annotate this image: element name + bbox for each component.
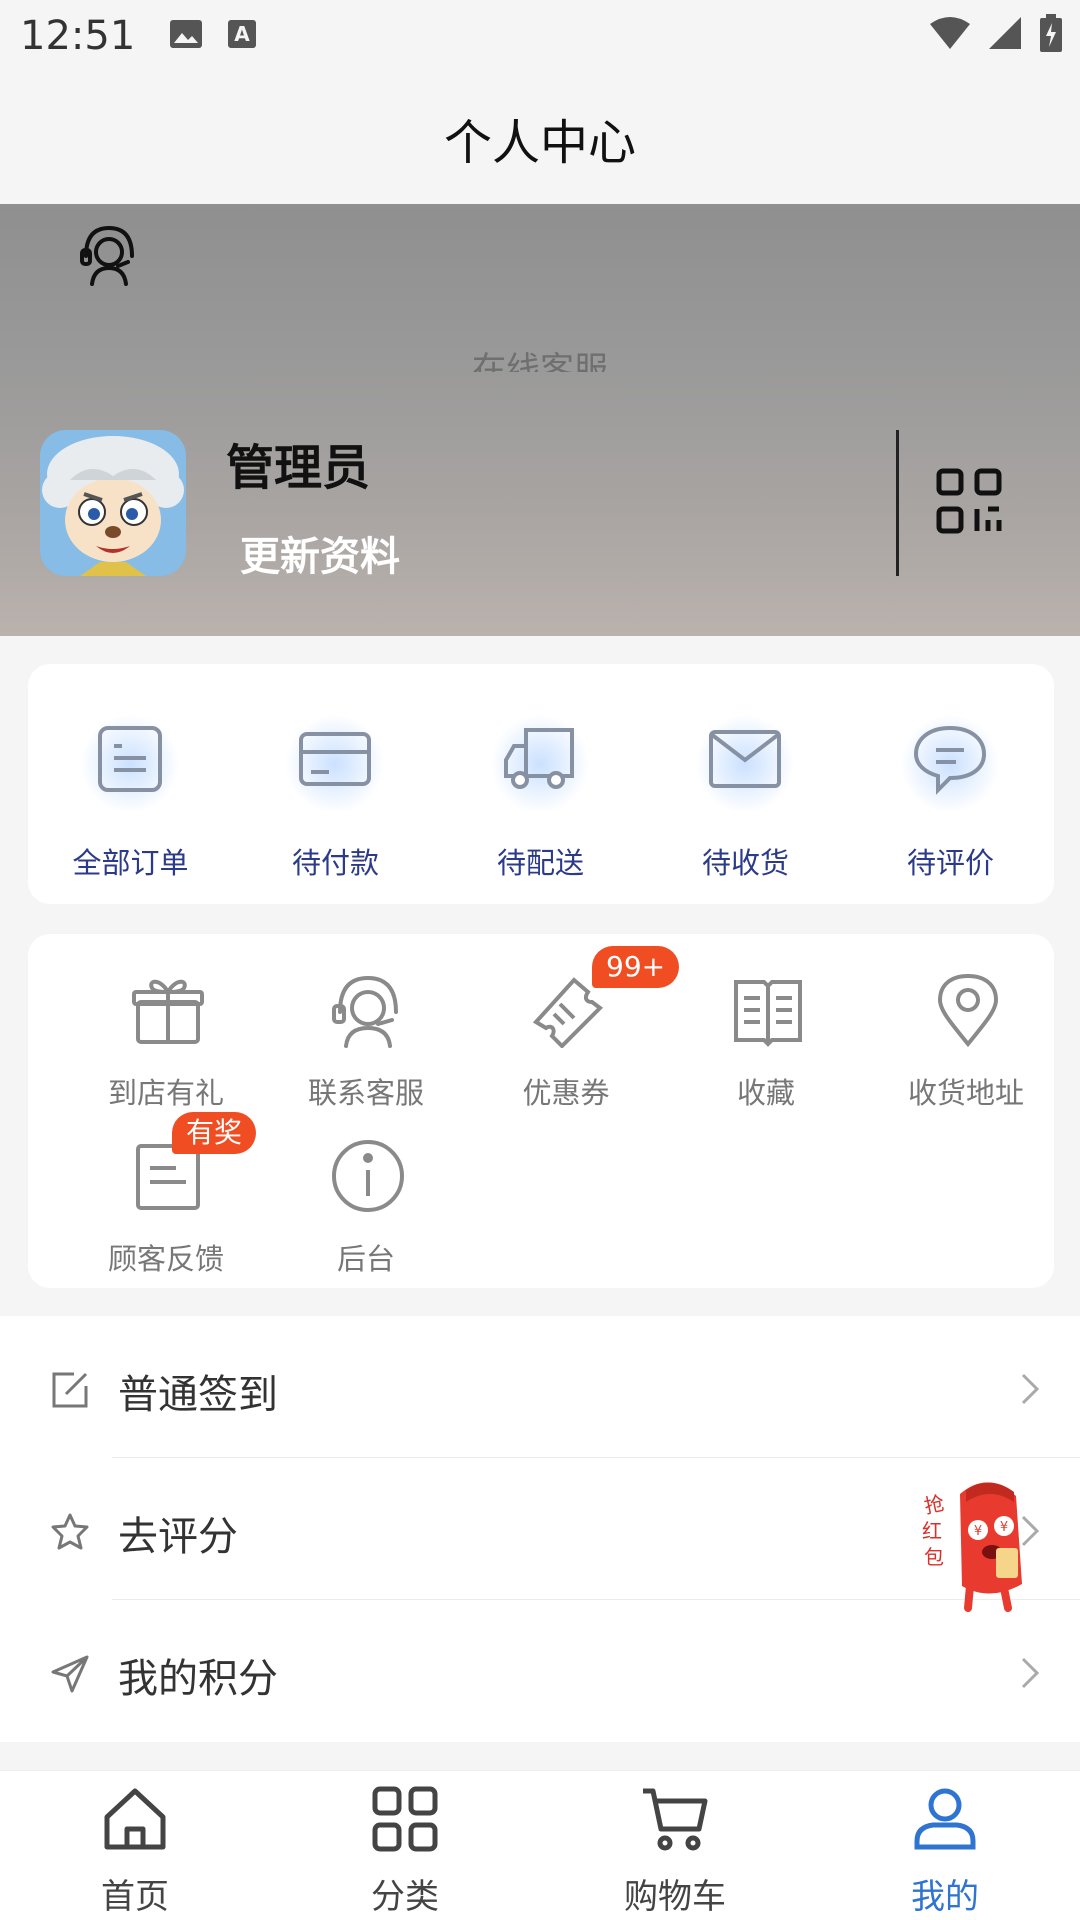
service-label: 收货地址 — [907, 1076, 1024, 1110]
orders-card: 全部订单 待付款 待配送 待收货 待评价 — [28, 664, 1054, 904]
chat-icon — [910, 720, 990, 800]
chevron-right-icon — [1020, 1656, 1040, 1694]
svg-text:红: 红 — [922, 1519, 942, 1543]
edit-icon — [50, 1370, 90, 1414]
customer-service-icon[interactable] — [78, 222, 140, 290]
menu-label: 去评分 — [118, 1514, 238, 1560]
cart-icon — [641, 1785, 709, 1857]
profile-header: 在线客服 管理员 更新资料 — [0, 204, 1080, 636]
avatar[interactable] — [40, 430, 186, 576]
page-title: 个人中心 — [443, 115, 636, 171]
tab-label: 购物车 — [624, 1877, 726, 1917]
star-icon — [50, 1512, 90, 1556]
menu-item-checkin[interactable]: 普通签到 — [0, 1316, 1080, 1458]
wifi-icon — [930, 16, 970, 54]
qr-code-icon[interactable] — [936, 468, 1002, 538]
status-time: 12:51 — [20, 13, 136, 59]
font-icon: A — [227, 19, 257, 53]
chevron-right-icon — [1020, 1372, 1040, 1410]
service-item-feedback[interactable]: 顾客反馈 有奖 — [66, 1112, 266, 1276]
book-icon — [730, 972, 806, 1048]
order-label: 待收货 — [701, 846, 789, 880]
info-icon — [330, 1138, 406, 1214]
image-icon — [169, 19, 203, 53]
service-item-address[interactable]: 收货地址 — [866, 952, 1066, 1110]
tab-category[interactable]: 分类 — [270, 1771, 540, 1920]
order-label: 待配送 — [496, 846, 584, 880]
tab-home[interactable]: 首页 — [0, 1771, 270, 1920]
order-item-pending-review[interactable]: 待评价 — [848, 664, 1053, 904]
order-item-pending-payment[interactable]: 待付款 — [233, 664, 438, 904]
menu-label: 普通签到 — [118, 1372, 278, 1418]
home-icon — [101, 1785, 169, 1857]
tab-cart[interactable]: 购物车 — [540, 1771, 810, 1920]
order-item-pending-delivery[interactable]: 待配送 — [438, 664, 643, 904]
tab-label: 我的 — [911, 1877, 979, 1917]
truck-icon — [500, 720, 580, 800]
all-orders-icon — [90, 720, 170, 800]
service-label: 后台 — [336, 1242, 395, 1276]
svg-text:¥: ¥ — [974, 1524, 982, 1539]
svg-text:抢: 抢 — [922, 1491, 947, 1519]
signal-icon — [988, 16, 1022, 54]
services-card: 到店有礼 联系客服 优惠券 99+ 收藏 收货地址 顾客反馈 有奖 后台 — [28, 934, 1054, 1288]
order-label: 待评价 — [906, 846, 994, 880]
update-profile-link[interactable]: 更新资料 — [240, 524, 400, 582]
order-label: 全部订单 — [72, 846, 189, 880]
service-item-admin[interactable]: 后台 — [266, 1118, 466, 1276]
status-bar: 12:51 A — [0, 0, 1080, 72]
order-label: 待付款 — [291, 846, 379, 880]
service-label: 优惠券 — [522, 1076, 610, 1110]
user-icon — [911, 1785, 979, 1857]
location-icon — [930, 972, 1006, 1048]
envelope-icon — [705, 720, 785, 800]
menu-item-points[interactable]: 我的积分 — [0, 1600, 1080, 1742]
card-icon — [295, 720, 375, 800]
order-item-pending-receipt[interactable]: 待收货 — [643, 664, 848, 904]
red-packet-floating-button[interactable]: 抢 红 包 ¥ ¥ — [918, 1474, 1030, 1618]
send-icon — [50, 1654, 90, 1698]
svg-text:A: A — [235, 22, 251, 46]
service-item-store-gift[interactable]: 到店有礼 — [66, 952, 266, 1110]
tab-label: 首页 — [101, 1877, 169, 1917]
tab-mine[interactable]: 我的 — [810, 1771, 1080, 1920]
tab-label: 分类 — [371, 1877, 439, 1917]
battery-charging-icon — [1040, 14, 1062, 56]
headset-icon — [330, 972, 406, 1048]
menu-label: 我的积分 — [118, 1656, 278, 1702]
customer-service-label: 在线客服 — [472, 350, 608, 372]
username: 管理员 — [226, 440, 371, 496]
svg-text:¥: ¥ — [1000, 1520, 1008, 1535]
service-label: 顾客反馈 — [107, 1242, 224, 1276]
service-label: 收藏 — [736, 1076, 795, 1110]
title-bar: 个人中心 — [0, 72, 1080, 204]
service-item-coupon[interactable]: 优惠券 99+ — [466, 946, 680, 1110]
service-label: 到店有礼 — [107, 1076, 224, 1110]
svg-text:包: 包 — [924, 1545, 944, 1569]
service-label: 联系客服 — [307, 1076, 424, 1110]
grid-icon — [371, 1785, 439, 1857]
order-item-all[interactable]: 全部订单 — [28, 664, 233, 904]
service-item-contact-support[interactable]: 联系客服 — [266, 952, 466, 1110]
reward-badge: 有奖 — [172, 1112, 257, 1154]
divider — [896, 430, 899, 576]
bottom-tab-bar: 首页 分类 购物车 我的 — [0, 1770, 1080, 1920]
service-item-favorites[interactable]: 收藏 — [666, 952, 866, 1110]
gift-icon — [130, 972, 206, 1048]
